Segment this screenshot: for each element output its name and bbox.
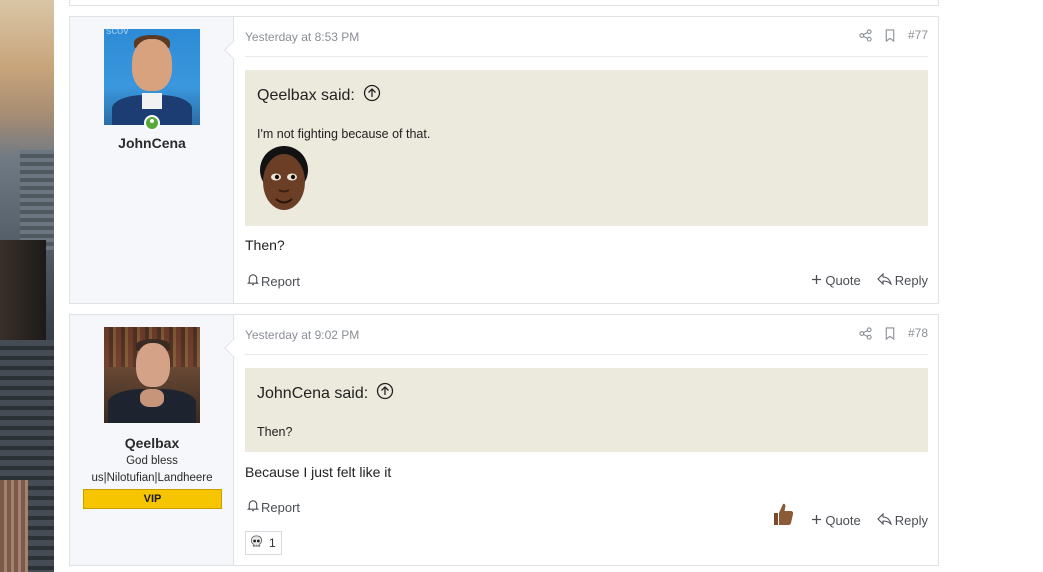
reaction-count: 1 — [269, 536, 276, 550]
quote-author-label[interactable]: JohnCena said: — [257, 385, 368, 403]
post-user-column: Qeelbax God bless us|Nilotufian|Landheer… — [70, 315, 244, 565]
skull-icon — [250, 535, 263, 551]
quote-author-label[interactable]: Qeelbax said: — [257, 87, 355, 105]
post-date[interactable]: Yesterday at 9:02 PM — [245, 328, 359, 342]
post-user-column: scov JohnCena — [70, 17, 244, 303]
post-header: Yesterday at 9:02 PM #78 — [245, 315, 928, 355]
avatar[interactable] — [104, 327, 200, 423]
report-button[interactable]: Report — [247, 273, 300, 289]
post-date[interactable]: Yesterday at 8:53 PM — [245, 30, 359, 44]
report-label: Report — [261, 499, 301, 515]
reply-button[interactable]: Reply — [876, 512, 928, 528]
share-icon[interactable] — [859, 326, 872, 340]
quote-block: Qeelbax said: I'm not fighting because o… — [245, 70, 928, 226]
post-78: Qeelbax God bless us|Nilotufian|Landheer… — [69, 314, 939, 566]
bookmark-icon[interactable] — [884, 326, 896, 340]
post-header: Yesterday at 8:53 PM #77 — [245, 17, 928, 57]
quote-label: Quote — [825, 273, 861, 288]
online-status-icon — [144, 115, 160, 131]
plus-icon — [811, 513, 822, 528]
post-message: Then? — [245, 237, 285, 253]
reply-arrow-icon — [876, 272, 892, 288]
avatar[interactable]: scov — [104, 29, 200, 125]
reaction-summary[interactable]: 1 — [245, 531, 282, 555]
background-skyline — [0, 0, 54, 572]
quote-author[interactable]: JohnCena said: — [257, 382, 394, 405]
reply-label: Reply — [894, 512, 928, 528]
share-icon[interactable] — [859, 28, 872, 42]
reply-button[interactable]: Reply — [876, 272, 928, 288]
quote-author[interactable]: Qeelbax said: — [257, 84, 381, 107]
report-button[interactable]: Report — [247, 499, 300, 515]
quote-text: Then? — [257, 425, 293, 439]
quote-button[interactable]: Quote — [811, 512, 861, 528]
quote-label: Quote — [825, 512, 861, 528]
username[interactable]: Qeelbax — [70, 435, 234, 451]
arrow-up-circle-icon[interactable] — [376, 382, 394, 405]
reply-arrow-icon — [876, 512, 892, 528]
bookmark-icon[interactable] — [884, 28, 896, 42]
user-title: God bless us|Nilotufian|Landheere — [91, 455, 213, 484]
username[interactable]: JohnCena — [70, 135, 234, 151]
quote-block: JohnCena said: Then? — [245, 368, 928, 452]
bell-icon — [247, 499, 259, 515]
quote-text: I'm not fighting because of that. — [257, 127, 431, 141]
arrow-up-circle-icon[interactable] — [363, 84, 381, 107]
thumbs-up-icon[interactable] — [771, 501, 795, 531]
post-number[interactable]: #77 — [908, 28, 928, 42]
report-label: Report — [261, 273, 301, 289]
face-emoji-icon — [259, 144, 309, 214]
post-number[interactable]: #78 — [908, 326, 928, 340]
plus-icon — [811, 273, 822, 288]
bell-icon — [247, 273, 259, 289]
previous-post-edge — [69, 0, 939, 6]
reply-label: Reply — [894, 273, 928, 288]
post-77: scov JohnCena Yesterday at 8:53 PM #77 Q… — [69, 16, 939, 304]
post-message: Because I just felt like it — [245, 464, 392, 480]
vip-badge: VIP — [83, 489, 222, 509]
quote-button[interactable]: Quote — [811, 273, 861, 288]
